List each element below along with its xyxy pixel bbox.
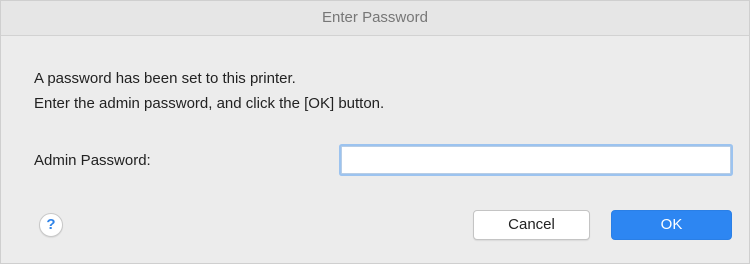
help-button[interactable]: ? [39, 213, 63, 237]
message-line-1: A password has been set to this printer. [34, 70, 296, 87]
cancel-button[interactable]: Cancel [473, 210, 590, 240]
help-icon: ? [46, 216, 56, 233]
dialog-message: A password has been set to this printer.… [34, 66, 384, 116]
ok-button[interactable]: OK [611, 210, 732, 240]
admin-password-input[interactable] [341, 146, 731, 174]
message-line-2: Enter the admin password, and click the … [34, 95, 385, 112]
title-bar[interactable]: Enter Password [1, 1, 749, 36]
enter-password-dialog: Enter Password A password has been set t… [0, 0, 750, 264]
window-title: Enter Password [322, 9, 428, 26]
admin-password-label: Admin Password: [34, 152, 151, 169]
